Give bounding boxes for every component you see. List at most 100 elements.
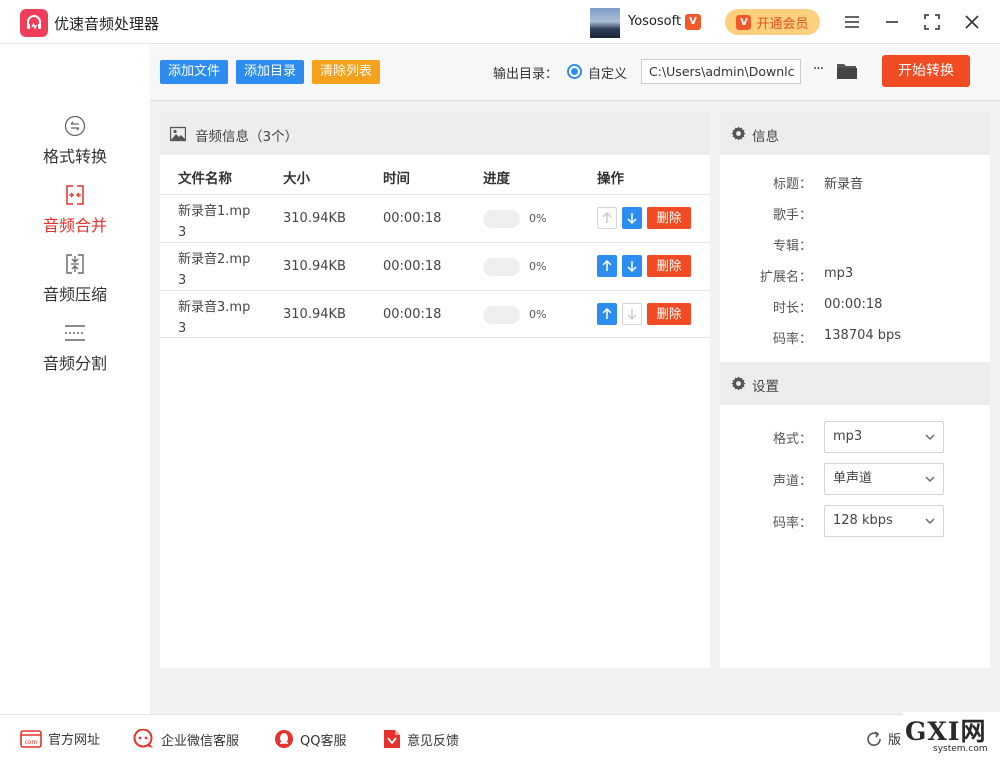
setting-label-channel: 声道： — [772, 474, 812, 489]
move-up-button[interactable] — [597, 255, 617, 277]
file-duration: 00:00:18 — [383, 259, 442, 274]
move-down-button[interactable] — [622, 207, 642, 229]
info-label-bitrate: 码率： — [772, 332, 812, 347]
format-select-value: mp3 — [833, 429, 863, 444]
info-value-duration: 00:00:18 — [824, 297, 883, 312]
chevron-down-icon — [925, 476, 935, 482]
progress-bar — [483, 210, 520, 228]
arrow-up-icon — [602, 260, 612, 271]
info-panel-title: 信息 — [752, 129, 779, 145]
version-check[interactable]: 版 — [866, 729, 901, 748]
chevron-down-icon — [925, 434, 935, 440]
info-value-extension: mp3 — [824, 266, 854, 281]
footer: com 官方网址 企业微信客服 QQ客服 意见反馈 版 — [0, 714, 1000, 760]
custom-dir-radio[interactable] — [567, 64, 582, 79]
move-up-button[interactable] — [597, 207, 617, 229]
refresh-icon — [867, 730, 881, 746]
feedback-label: 意见反馈 — [407, 733, 460, 749]
sidebar-item-label: 格式转换 — [42, 147, 107, 166]
username[interactable]: Yososoft — [628, 14, 681, 29]
audio-info-panel: 音频信息（3个） 文件名称 大小 时间 进度 操作 新录音1.mp3 310.9… — [160, 112, 710, 668]
more-options-button[interactable]: ··· — [808, 59, 828, 83]
sidebar: 格式转换 音频合并 音频压缩 音频分割 — [0, 45, 150, 714]
feedback-link[interactable]: 意见反馈 — [383, 729, 459, 749]
output-path-input[interactable]: C:\Users\admin\Downlc — [641, 59, 801, 84]
toolbar: 添加文件 添加目录 清除列表 输出目录： 自定义 C:\Users\admin\… — [150, 45, 1000, 101]
move-up-button[interactable] — [597, 303, 617, 325]
sidebar-item-audio-split[interactable]: 音频分割 — [0, 322, 150, 382]
custom-dir-label[interactable]: 自定义 — [588, 63, 627, 82]
info-label-artist: 歌手： — [772, 208, 812, 223]
file-name: 新录音1.mp3 — [178, 204, 251, 240]
file-size: 310.94KB — [283, 259, 346, 274]
svg-text:com: com — [25, 739, 38, 746]
gear-icon — [731, 376, 746, 391]
progress-bar — [483, 258, 520, 276]
wechat-service-icon — [133, 729, 153, 748]
maximize-icon[interactable] — [920, 10, 944, 34]
info-label-extension: 扩展名： — [759, 270, 812, 285]
bitrate-select[interactable]: 128 kbps — [824, 505, 944, 537]
info-panel-header: 信息 — [720, 112, 990, 155]
official-site-link[interactable]: com 官方网址 — [20, 729, 100, 748]
column-header-size: 大小 — [283, 171, 310, 187]
audio-compress-icon — [66, 254, 84, 274]
info-value-bitrate: 138704 bps — [824, 328, 902, 343]
arrow-up-icon — [602, 212, 612, 223]
channel-select-value: 单声道 — [833, 471, 873, 486]
progress-percent: 0% — [529, 308, 547, 321]
sidebar-item-audio-compress[interactable]: 音频压缩 — [0, 253, 150, 313]
delete-button[interactable]: 删除 — [647, 255, 691, 277]
clear-list-button[interactable]: 清除列表 — [312, 60, 381, 84]
settings-panel-header: 设置 — [720, 362, 990, 405]
move-down-button[interactable] — [622, 255, 642, 277]
close-icon[interactable] — [960, 10, 984, 34]
vip-icon: V — [736, 14, 752, 30]
add-directory-button[interactable]: 添加目录 — [236, 60, 305, 84]
file-name: 新录音2.mp3 — [178, 252, 251, 288]
setting-label-bitrate: 码率： — [772, 516, 812, 531]
menu-icon[interactable] — [840, 10, 864, 34]
user-avatar[interactable] — [590, 8, 620, 38]
start-convert-button[interactable]: 开始转换 — [882, 55, 970, 87]
table-row[interactable]: 新录音1.mp3 310.94KB 00:00:18 0% 删除 — [160, 194, 710, 242]
audio-merge-icon — [66, 185, 84, 205]
table-row[interactable]: 新录音2.mp3 310.94KB 00:00:18 0% 删除 — [160, 242, 710, 290]
vip-badge-icon: V — [685, 14, 701, 30]
sidebar-item-label: 音频分割 — [42, 354, 107, 373]
arrow-up-icon — [602, 308, 612, 319]
delete-button[interactable]: 删除 — [647, 207, 691, 229]
arrow-down-icon — [627, 261, 637, 272]
gear-icon — [731, 126, 746, 141]
sidebar-item-label: 音频压缩 — [42, 285, 107, 304]
wechat-service-link[interactable]: 企业微信客服 — [133, 729, 239, 749]
minimize-icon[interactable] — [880, 10, 904, 34]
open-vip-label: 开通会员 — [756, 16, 809, 32]
sidebar-item-format-convert[interactable]: 格式转换 — [0, 115, 150, 175]
info-label-title: 标题： — [772, 177, 812, 192]
channel-select[interactable]: 单声道 — [824, 463, 944, 495]
app-title: 优速音频处理器 — [54, 15, 160, 33]
progress-percent: 0% — [529, 260, 547, 273]
sidebar-item-audio-merge[interactable]: 音频合并 — [0, 184, 150, 244]
move-down-button[interactable] — [622, 303, 642, 325]
file-duration: 00:00:18 — [383, 211, 442, 226]
delete-button[interactable]: 删除 — [647, 303, 691, 325]
info-label-album: 专辑： — [772, 239, 812, 254]
sidebar-item-label: 音频合并 — [42, 216, 107, 235]
right-panel: 信息 标题： 新录音 歌手： 专辑： 扩展名： mp3 时长： 00:00:18… — [720, 112, 990, 668]
audio-panel-header: 音频信息（3个） — [160, 112, 710, 155]
arrow-down-icon — [627, 213, 637, 224]
open-vip-button[interactable]: V 开通会员 — [725, 9, 820, 35]
add-file-button[interactable]: 添加文件 — [160, 60, 229, 84]
info-value-title: 新录音 — [824, 177, 864, 192]
open-folder-icon[interactable] — [836, 61, 858, 81]
qq-service-link[interactable]: QQ客服 — [274, 729, 346, 749]
qq-icon — [275, 730, 293, 748]
format-select[interactable]: mp3 — [824, 421, 944, 453]
watermark-subtext: system.com — [933, 744, 988, 754]
arrow-down-icon — [627, 309, 637, 320]
table-row[interactable]: 新录音3.mp3 310.94KB 00:00:18 0% 删除 — [160, 290, 710, 338]
qq-service-label: QQ客服 — [300, 733, 347, 749]
official-site-label: 官方网址 — [48, 733, 101, 748]
